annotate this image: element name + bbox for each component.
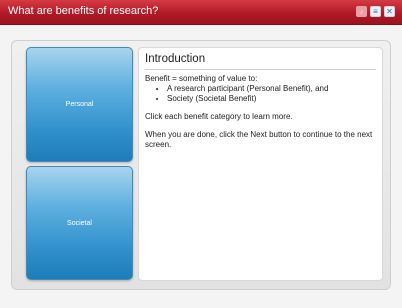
content-area: Introduction Benefit = something of valu… xyxy=(138,47,383,281)
benefit-list: A research participant (Personal Benefit… xyxy=(145,84,376,104)
personal-category-button[interactable]: Personal xyxy=(26,47,133,162)
next-instruction-text: When you are done, click the Next button… xyxy=(145,130,373,149)
personal-category-label: Personal xyxy=(65,101,94,108)
menu-icon[interactable]: ≡ xyxy=(370,6,381,17)
societal-category-button[interactable]: Societal xyxy=(26,166,133,280)
title-bar: What are benefits of research? ♪ ≡ ✕ xyxy=(0,0,402,25)
instruction-text: Click each benefit category to learn mor… xyxy=(145,112,293,121)
societal-category-label: Societal xyxy=(67,219,92,227)
window-title: What are benefits of research? xyxy=(8,5,159,17)
section-heading: Introduction xyxy=(145,52,376,70)
benefit-definition: Benefit = something of value to: xyxy=(145,74,258,83)
close-icon[interactable]: ✕ xyxy=(384,6,395,17)
list-item: A research participant (Personal Benefit… xyxy=(167,84,376,94)
audio-icon[interactable]: ♪ xyxy=(356,6,367,17)
list-item: Society (Societal Benefit) xyxy=(167,94,376,104)
